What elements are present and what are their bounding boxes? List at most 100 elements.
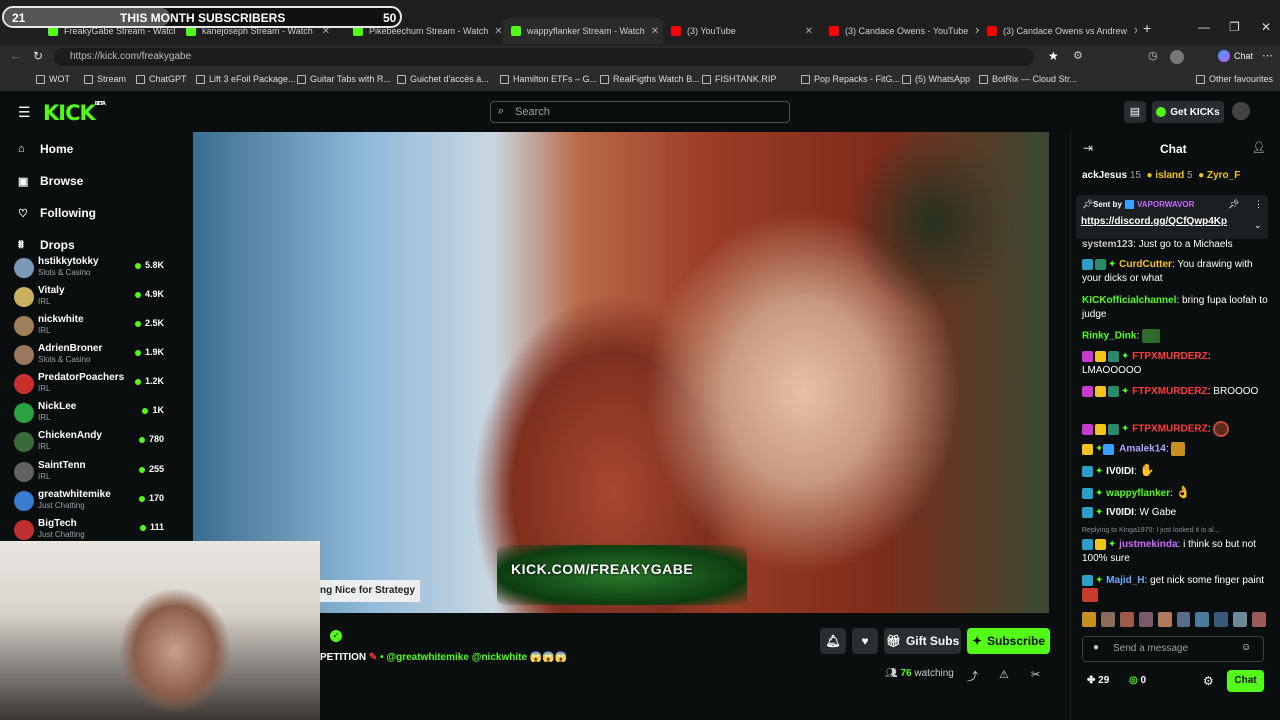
user-avatar[interactable] xyxy=(1232,102,1250,120)
copilot-chat-button[interactable]: Chat xyxy=(1218,50,1253,62)
new-tab-icon[interactable]: + xyxy=(1143,20,1151,36)
extensions-icon[interactable]: ⚙ xyxy=(1073,49,1083,62)
get-kicks-button[interactable]: Get KICKs xyxy=(1152,101,1224,123)
sidebar-item-following[interactable]: ♡ Following xyxy=(18,206,96,220)
bookmark-item[interactable]: Stream xyxy=(84,74,126,84)
emote-icon[interactable] xyxy=(1100,612,1115,627)
sidebar-item-browse[interactable]: ▣ Browse xyxy=(18,174,83,188)
close-tab-icon[interactable]: ✕ xyxy=(651,26,659,37)
bookmark-item[interactable]: RealFigths Watch B... xyxy=(600,74,700,84)
back-icon[interactable]: ← xyxy=(10,50,21,62)
bookmark-item[interactable]: Lift 3 eFoil Package... xyxy=(196,74,296,84)
restore-icon[interactable]: ❐ xyxy=(1229,20,1240,34)
sidebar-item-drops[interactable]: ⩩ Drops xyxy=(18,238,75,252)
mod-badge-icon xyxy=(1095,258,1106,270)
url-field[interactable]: https://kick.com/freakygabe xyxy=(54,48,1034,66)
kick-logo[interactable]: KICKBETA xyxy=(43,101,106,125)
search-input[interactable]: Search xyxy=(490,101,790,123)
hamburger-menu-icon[interactable]: ☰ xyxy=(18,104,31,121)
sidebar-item-home[interactable]: ⌂ Home xyxy=(18,142,73,156)
expand-chevron-icon[interactable]: ⌄ xyxy=(1254,220,1262,231)
reload-icon[interactable]: ↻ xyxy=(33,49,43,63)
browser-tab-active[interactable]: wappyflanker Stream - Watch ✕ xyxy=(503,18,663,44)
clip-icon[interactable]: ✂ xyxy=(1031,668,1040,681)
crown-badge-icon xyxy=(1095,385,1106,397)
profile-avatar[interactable] xyxy=(1170,50,1184,64)
webcam-overlay xyxy=(0,541,320,720)
bookmark-item[interactable]: Hamilton ETFs – G... xyxy=(500,74,597,84)
video-caption-overlay: ng Nice for Strategy xyxy=(320,580,420,602)
chat-message-input[interactable]: Send a message xyxy=(1082,636,1264,662)
kicks-balance[interactable]: ✤ 29 xyxy=(1087,675,1109,686)
pinned-link[interactable]: https://discord.gg/QCfQwp4Kp xyxy=(1081,216,1227,227)
search-icon: ⌕ xyxy=(498,105,505,117)
emote-icon[interactable] xyxy=(1233,612,1248,627)
gift-subs-button[interactable]: 🎁︎ Gift Subs xyxy=(884,628,961,654)
report-icon[interactable]: ⚠ xyxy=(999,668,1009,681)
more-menu-icon[interactable]: ⋯ xyxy=(1262,49,1273,62)
close-tab-icon[interactable]: ✕ xyxy=(494,26,502,37)
bookmark-item[interactable]: FISHTANK.RIP xyxy=(702,74,776,84)
pinned-menu-icon[interactable]: ⋮ xyxy=(1254,199,1263,210)
browser-tab[interactable]: (3) Candace Owens vs Andrew✕ xyxy=(979,18,1137,44)
close-window-icon[interactable]: ✕ xyxy=(1261,20,1271,34)
followed-channel[interactable]: BigTech Just Chatting 111 xyxy=(14,516,164,544)
emote-icon[interactable] xyxy=(1195,612,1210,627)
followed-channel[interactable]: Vitaly IRL 4.9K xyxy=(14,283,164,311)
browser-tab[interactable]: (3) YouTube ✕ xyxy=(663,18,821,44)
emote-icon[interactable] xyxy=(1119,612,1134,627)
points-balance[interactable]: ◎ 0 xyxy=(1129,675,1146,686)
other-favourites[interactable]: Other favourites xyxy=(1196,74,1273,84)
chat-message: ✦ CurdCutter: You drawing with your dick… xyxy=(1082,258,1253,284)
bookmark-item[interactable]: ChatGPT xyxy=(136,74,187,84)
subscribe-button[interactable]: ✦ Subscribe xyxy=(967,628,1050,654)
bookmark-item[interactable]: Guichet d'accès à... xyxy=(397,74,489,84)
library-icon[interactable]: ▤ xyxy=(1124,101,1146,123)
followed-channel[interactable]: SaintTenn IRL 255 xyxy=(14,458,164,486)
followed-channel[interactable]: PredatorPoachers IRL 1.2K xyxy=(14,370,164,398)
bookmark-item[interactable]: Guitar Tabs with R... xyxy=(297,74,391,84)
emote-icon[interactable] xyxy=(1082,612,1096,627)
emote-icon[interactable] xyxy=(1214,612,1229,627)
close-tab-icon[interactable]: ✕ xyxy=(805,26,813,37)
notification-bell-button[interactable]: 🔔︎ xyxy=(820,628,846,654)
globe-icon xyxy=(702,74,711,84)
video-player[interactable] xyxy=(193,132,1049,613)
emote-icon[interactable] xyxy=(1138,612,1153,627)
avatar xyxy=(14,520,34,540)
emote-bar[interactable] xyxy=(1082,612,1268,630)
close-tab-icon[interactable]: ✕ xyxy=(1133,26,1137,37)
emote-icon[interactable] xyxy=(1157,612,1172,627)
whatsapp-icon xyxy=(902,74,911,84)
bookmark-item[interactable]: (5) WhatsApp xyxy=(902,74,970,84)
chat-send-button[interactable]: Chat xyxy=(1227,670,1264,692)
bookmark-item[interactable]: BotRix — Cloud Str... xyxy=(979,74,1077,84)
emote-icon[interactable] xyxy=(1252,612,1267,627)
collapse-chat-icon[interactable]: ⇥ xyxy=(1083,141,1093,155)
crown-badge-icon xyxy=(1095,538,1106,550)
unpin-icon[interactable]: 📌︎ xyxy=(1228,199,1239,210)
share-icon[interactable]: ⤴ xyxy=(967,668,978,684)
followed-channel[interactable]: hstikkytokky Slots & Casino 5.8K xyxy=(14,254,164,282)
chat-settings-icon[interactable]: ⚙ xyxy=(1203,674,1214,688)
youtube-favicon-icon xyxy=(671,26,681,36)
browser-tab[interactable]: (3) Candace Owens - YouTube ✕ xyxy=(821,18,979,44)
minimize-icon[interactable]: — xyxy=(1198,20,1210,34)
chat-users-icon[interactable]: 👤︎ xyxy=(1252,141,1266,154)
pin-icon: 📌︎ xyxy=(1082,199,1094,209)
follow-heart-button[interactable]: ♥ xyxy=(852,628,878,654)
bookmark-item[interactable]: Pop Repacks - FitG... xyxy=(801,74,900,84)
followed-channel[interactable]: nickwhite IRL 2.5K xyxy=(14,312,164,340)
followed-channel[interactable]: greatwhitemike Just Chatting 170 xyxy=(14,487,164,515)
followed-channel[interactable]: NickLee IRL 1K xyxy=(14,399,164,427)
home-icon: ⌂ xyxy=(18,143,25,155)
verified-badge-icon: ✦ xyxy=(1121,386,1130,397)
emote-icon[interactable] xyxy=(1176,612,1191,627)
emoji-picker-icon[interactable]: ☺ xyxy=(1241,642,1251,653)
followed-channel[interactable]: AdrienBroner Slots & Casino 1.9K xyxy=(14,341,164,369)
bookmark-item[interactable]: WOT xyxy=(36,74,70,84)
followed-channel[interactable]: ChickenAndy IRL 780 xyxy=(14,428,164,456)
history-icon[interactable]: ◷ xyxy=(1148,49,1158,62)
favorite-star-icon[interactable]: ★ xyxy=(1048,49,1059,63)
gifter-badge-icon: ● xyxy=(1198,170,1205,181)
